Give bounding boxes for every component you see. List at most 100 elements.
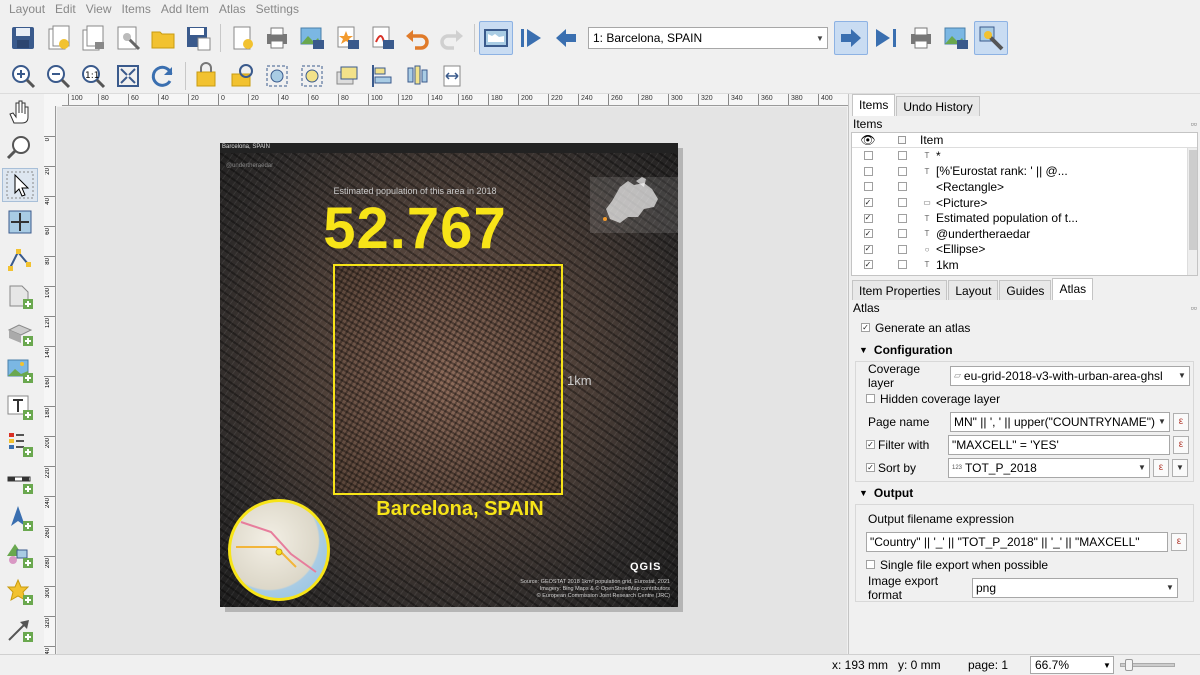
- edit-nodes-tool[interactable]: [2, 242, 38, 276]
- lock-checkbox[interactable]: [897, 166, 907, 176]
- source-line-2[interactable]: Imagery: Bing Maps & © OpenStreetMap con…: [370, 586, 670, 592]
- city-title[interactable]: Barcelona, SPAIN: [330, 498, 590, 521]
- items-tree[interactable]: 👁 Item T * T [%'Eurostat rank: ' || @... <Re…: [851, 132, 1198, 276]
- horizontal-ruler[interactable]: 100 80 60 40 20 0 20 40 60 80 100 120 140 160 180 200 22…: [62, 94, 848, 106]
- zoom-out-button[interactable]: [41, 59, 75, 93]
- visibility-checkbox[interactable]: [863, 151, 873, 161]
- expression-icon[interactable]: ε: [1173, 412, 1189, 431]
- group-items-button[interactable]: [260, 59, 294, 93]
- list-item[interactable]: T *: [852, 148, 1197, 164]
- menu-edit[interactable]: Edit: [50, 0, 81, 18]
- export-svg-button[interactable]: [330, 21, 364, 55]
- sort-order-icon[interactable]: ▼: [1172, 458, 1188, 477]
- coverage-layer-combo[interactable]: ▱ eu-grid-2018-v3-with-urban-area-ghsl ▼: [950, 365, 1190, 386]
- list-item[interactable]: <Rectangle>: [852, 179, 1197, 195]
- population-number[interactable]: 52.767: [220, 195, 610, 262]
- generate-atlas-checkbox[interactable]: [861, 323, 870, 332]
- layout-canvas[interactable]: Barcelona, SPAIN @undertheraedar Estimat…: [57, 107, 847, 654]
- add-arrow-tool[interactable]: [2, 612, 38, 646]
- print-button[interactable]: [260, 21, 294, 55]
- refresh-button[interactable]: [146, 59, 180, 93]
- filter-field[interactable]: "MAXCELL" = 'YES': [948, 434, 1170, 455]
- locator-circle-map[interactable]: [228, 499, 330, 601]
- next-feature-button[interactable]: [834, 21, 868, 55]
- layout-page[interactable]: Barcelona, SPAIN @undertheraedar Estimat…: [220, 143, 678, 607]
- add-north-arrow-tool[interactable]: [2, 501, 38, 535]
- add-scalebar-tool[interactable]: [2, 464, 38, 498]
- zoom-combo[interactable]: 66.7% ▼: [1030, 656, 1114, 674]
- list-item[interactable]: ○ <Ellipse>: [852, 242, 1197, 258]
- export-pdf-button[interactable]: [365, 21, 399, 55]
- save-as-template-button[interactable]: [181, 21, 215, 55]
- list-item[interactable]: T 1km: [852, 257, 1197, 273]
- tab-guides[interactable]: Guides: [999, 280, 1052, 300]
- source-line-1[interactable]: Source: GEOSTAT 2018 1km² population gri…: [370, 579, 670, 585]
- unlock-items-button[interactable]: [225, 59, 259, 93]
- tab-item-properties[interactable]: Item Properties: [852, 280, 948, 300]
- tab-undo-history[interactable]: Undo History: [896, 96, 980, 116]
- list-item[interactable]: TSource: GEOSTAT 2018 1km²: [852, 273, 1197, 275]
- save-layout-button[interactable]: [6, 21, 40, 55]
- lock-checkbox[interactable]: [897, 182, 907, 192]
- single-file-checkbox[interactable]: [866, 560, 875, 569]
- resize-button[interactable]: [435, 59, 469, 93]
- visibility-checkbox[interactable]: [863, 244, 873, 254]
- zoom-tool[interactable]: [2, 131, 38, 165]
- output-expr-field[interactable]: "Country" || '_' || "TOT_P_2018" || '_' …: [866, 531, 1168, 552]
- tab-layout[interactable]: Layout: [948, 280, 999, 300]
- add-marker-tool[interactable]: [2, 575, 38, 609]
- source-line-3[interactable]: © European Commission Joint Research Cen…: [370, 593, 670, 599]
- zoom-actual-button[interactable]: 1:1: [76, 59, 110, 93]
- scale-label[interactable]: 1km: [567, 373, 592, 388]
- duplicate-layout-button[interactable]: [76, 21, 110, 55]
- sort-field-combo[interactable]: 123 TOT_P_2018 ▼: [948, 457, 1150, 478]
- list-item[interactable]: T Estimated population of t...: [852, 210, 1197, 226]
- visibility-checkbox[interactable]: [863, 182, 873, 192]
- new-layout-button[interactable]: [41, 21, 75, 55]
- hidden-coverage-checkbox[interactable]: [866, 394, 875, 403]
- pan-tool[interactable]: [2, 94, 38, 128]
- undo-button[interactable]: [400, 21, 434, 55]
- move-content-tool[interactable]: [2, 205, 38, 239]
- dock-buttons-icon[interactable]: ▫▫: [1191, 303, 1200, 313]
- one-km-square-map[interactable]: [333, 264, 563, 495]
- list-item[interactable]: ▭ <Picture>: [852, 195, 1197, 211]
- zoom-full-button[interactable]: [111, 59, 145, 93]
- visibility-checkbox[interactable]: [863, 213, 873, 223]
- list-item[interactable]: T [%'Eurostat rank: ' || @...: [852, 164, 1197, 180]
- raise-items-button[interactable]: [330, 59, 364, 93]
- items-scrollbar[interactable]: [1187, 148, 1197, 275]
- redo-button[interactable]: [435, 21, 469, 55]
- page-name-field[interactable]: MN" || ', ' || upper("COUNTRYNAME") ▼: [950, 411, 1170, 432]
- atlas-settings-button[interactable]: [974, 21, 1008, 55]
- print-atlas-button[interactable]: [904, 21, 938, 55]
- export-atlas-button[interactable]: [939, 21, 973, 55]
- qgis-logo[interactable]: QGIS: [630, 561, 662, 573]
- dock-buttons-icon[interactable]: ▫▫: [1191, 119, 1200, 129]
- first-feature-button[interactable]: [514, 21, 548, 55]
- add-legend-tool[interactable]: [2, 427, 38, 461]
- list-item[interactable]: T @undertheraedar: [852, 226, 1197, 242]
- menu-add-item[interactable]: Add Item: [156, 0, 214, 18]
- previous-feature-button[interactable]: [549, 21, 583, 55]
- add-label-tool[interactable]: [2, 390, 38, 424]
- menu-atlas[interactable]: Atlas: [214, 0, 251, 18]
- menu-view[interactable]: View: [81, 0, 117, 18]
- output-section-header[interactable]: ▼ Output: [851, 482, 1198, 504]
- layout-manager-button[interactable]: [111, 21, 145, 55]
- zoom-in-button[interactable]: [6, 59, 40, 93]
- europe-inset-map[interactable]: [590, 177, 678, 233]
- menu-items[interactable]: Items: [117, 0, 156, 18]
- atlas-feature-combo[interactable]: 1: Barcelona, SPAIN ▼: [588, 27, 828, 49]
- tab-items[interactable]: Items: [852, 94, 896, 116]
- lock-items-button[interactable]: [190, 59, 224, 93]
- ungroup-items-button[interactable]: [295, 59, 329, 93]
- lock-checkbox[interactable]: [897, 260, 907, 270]
- tab-atlas[interactable]: Atlas: [1052, 278, 1094, 300]
- lock-checkbox[interactable]: [897, 151, 907, 161]
- visibility-checkbox[interactable]: [863, 229, 873, 239]
- add-shape-tool[interactable]: [2, 538, 38, 572]
- menu-layout[interactable]: Layout: [4, 0, 50, 18]
- lock-checkbox[interactable]: [897, 198, 907, 208]
- new-page-button[interactable]: [225, 21, 259, 55]
